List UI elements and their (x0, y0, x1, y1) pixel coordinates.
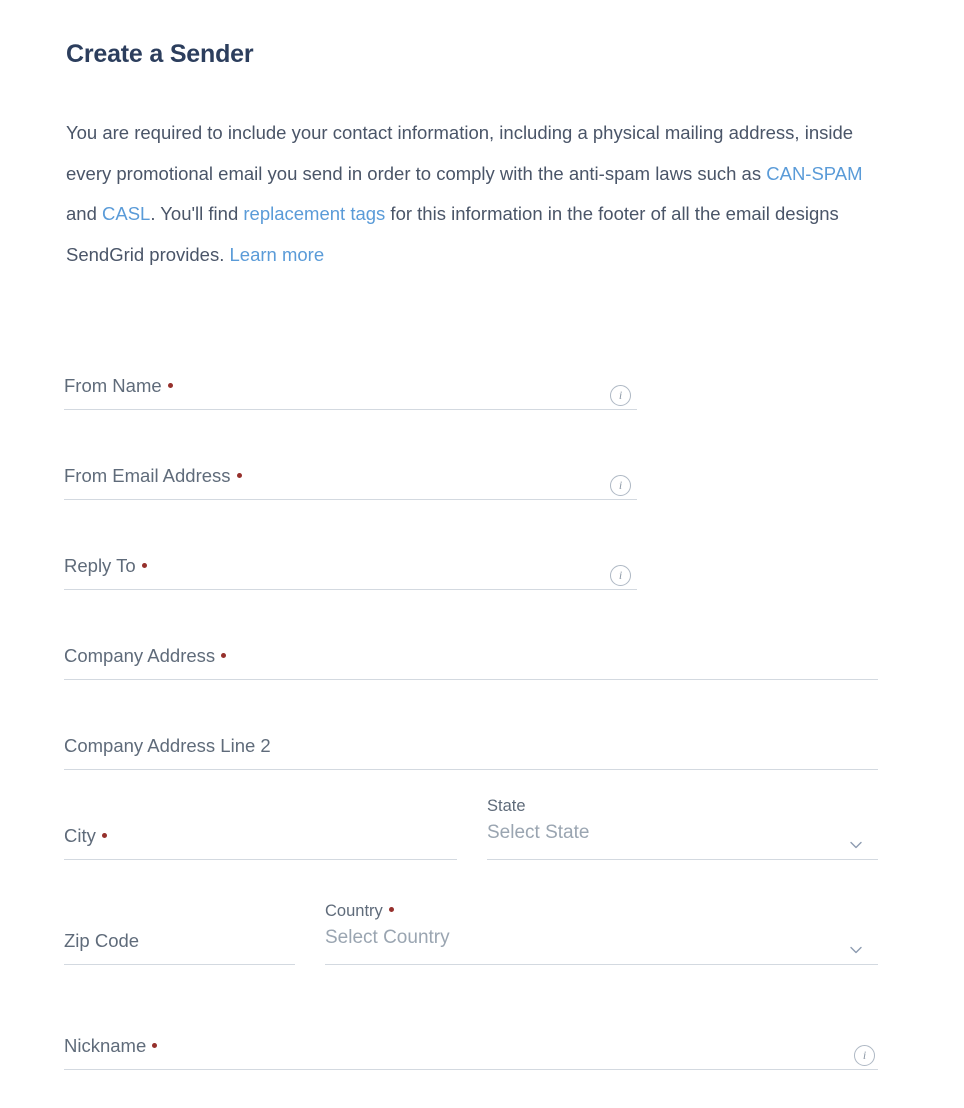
info-icon[interactable]: i (854, 1045, 875, 1066)
info-icon[interactable]: i (610, 385, 631, 406)
field-underline (64, 499, 637, 500)
info-icon[interactable]: i (610, 475, 631, 496)
field-company-address[interactable]: Company Address (64, 644, 878, 680)
field-state[interactable]: State Select State (487, 796, 878, 860)
country-label: Country (325, 901, 878, 921)
field-from-name[interactable]: From Name i (64, 374, 637, 410)
state-label: State (487, 797, 526, 815)
state-selected-value[interactable]: Select State (487, 820, 878, 846)
create-sender-page: Create a Sender You are required to incl… (0, 0, 964, 1108)
field-underline (64, 409, 637, 410)
field-underline (64, 964, 295, 965)
field-underline (64, 769, 878, 770)
field-underline (64, 1069, 878, 1070)
field-company-address-line2[interactable]: Company Address Line 2 (64, 734, 878, 770)
field-underline (325, 964, 878, 965)
field-city[interactable]: City (64, 824, 457, 860)
field-underline (487, 859, 878, 860)
field-underline (64, 679, 878, 680)
field-from-email[interactable]: From Email Address i (64, 464, 637, 500)
field-nickname[interactable]: Nickname i (64, 1034, 878, 1070)
required-indicator (388, 907, 394, 913)
field-country[interactable]: Country Select Country (325, 901, 878, 965)
field-underline (64, 859, 457, 860)
field-reply-to[interactable]: Reply To i (64, 554, 637, 590)
sender-form: From Name i From Email Address i Reply T… (0, 0, 964, 1108)
field-zip-code[interactable]: Zip Code (64, 929, 295, 965)
field-underline (64, 589, 637, 590)
info-icon[interactable]: i (610, 565, 631, 586)
country-selected-value[interactable]: Select Country (325, 925, 878, 951)
